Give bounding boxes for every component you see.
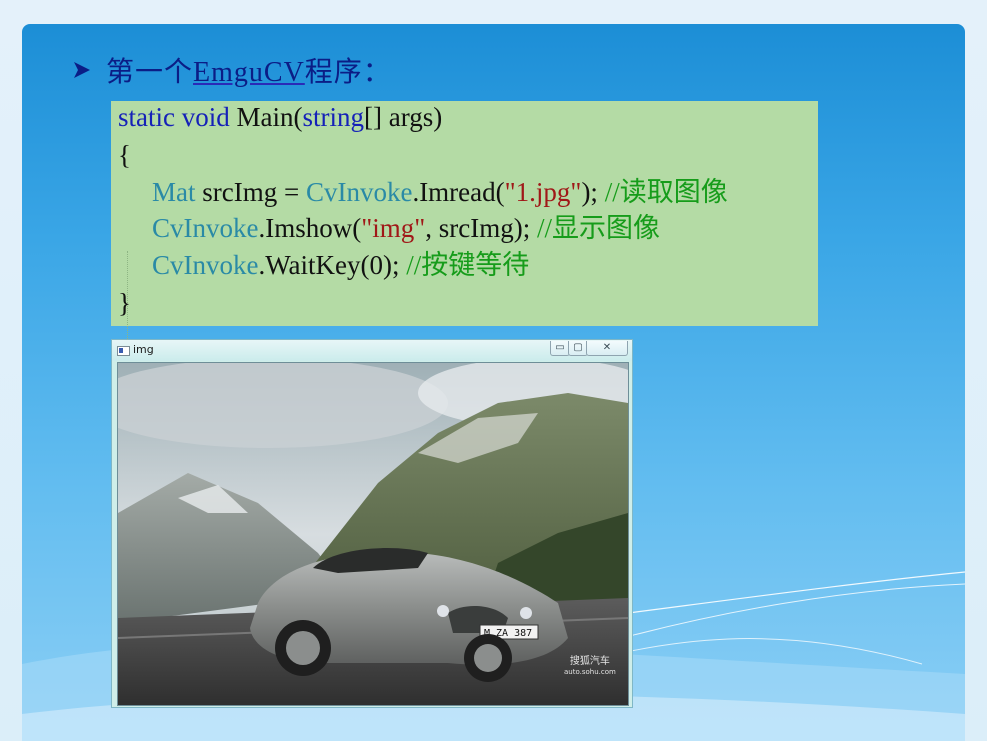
window-app-icon — [117, 346, 130, 356]
call-waitkey: .WaitKey(0); — [258, 250, 407, 280]
type-mat: Mat — [152, 177, 196, 207]
keyword-string: string — [302, 102, 364, 132]
code-line-5: CvInvoke.WaitKey(0); //按键等待 — [118, 249, 529, 282]
keyword-void: void — [181, 102, 230, 132]
maximize-button[interactable]: ▢ — [568, 341, 588, 356]
string-literal: "img" — [361, 213, 426, 243]
window-title: img — [133, 343, 154, 356]
method-args: [] args) — [364, 102, 443, 132]
keyword-static: static — [118, 102, 175, 132]
watermark-cn: 搜狐汽车 — [569, 656, 610, 667]
call-end: ); — [581, 177, 605, 207]
code-line-2: { — [118, 140, 131, 170]
car-photo: M ZA 387 — [117, 362, 629, 706]
photo-watermark: 搜狐汽车 auto.sohu.com — [564, 656, 616, 678]
close-button[interactable]: ✕ — [586, 341, 628, 356]
minimize-button[interactable]: ▭ — [550, 341, 570, 356]
title-emgucv-link[interactable]: EmguCV — [193, 57, 305, 88]
comment-text: 显示图像 — [552, 213, 661, 244]
code-line-3: Mat srcImg = CvInvoke.Imread("1.jpg"); /… — [118, 176, 728, 209]
window-titlebar[interactable]: img ▭ ▢ ✕ — [112, 340, 632, 361]
code-line-6: } — [118, 288, 131, 318]
comment-slashes: // — [406, 250, 422, 280]
code-line-4: CvInvoke.Imshow("img", srcImg); //显示图像 — [118, 212, 660, 245]
code-line-1: static void Main(string[] args) — [118, 101, 442, 133]
class-cvinvoke: CvInvoke — [152, 250, 259, 280]
code-block: static void Main(string[] args) { Mat sr… — [111, 101, 818, 391]
car-photo-graphic: M ZA 387 — [118, 363, 628, 705]
string-literal: "1.jpg" — [504, 177, 582, 207]
title-text: 第一个EmguCV程序： — [106, 50, 392, 90]
arrow-bullet-icon — [74, 62, 90, 78]
comment-slashes: // — [537, 213, 553, 243]
watermark-en: auto.sohu.com — [564, 668, 616, 676]
call-imshow: .Imshow( — [258, 213, 362, 243]
slide-title: 第一个EmguCV程序： — [72, 50, 392, 90]
method-signature: Main( — [229, 102, 303, 132]
class-cvinvoke: CvInvoke — [305, 177, 413, 207]
image-window[interactable]: img ▭ ▢ ✕ M ZA 387 搜狐汽车 auto.sohu.com — [111, 339, 633, 708]
class-cvinvoke: CvInvoke — [152, 213, 259, 243]
comment-text: 按键等待 — [421, 250, 530, 281]
comment-text: 读取图像 — [619, 177, 728, 208]
assignment-text: srcImg = — [195, 177, 306, 207]
title-suffix: 程序： — [304, 57, 392, 88]
call-end: , srcImg); — [425, 213, 537, 243]
call-imread: .Imread( — [412, 177, 505, 207]
title-prefix: 第一个 — [106, 57, 194, 88]
comment-slashes: // — [604, 177, 620, 207]
